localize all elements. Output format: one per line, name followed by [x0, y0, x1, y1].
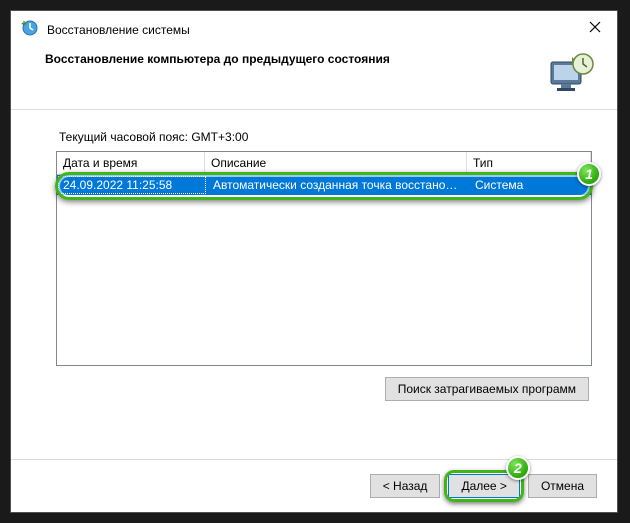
scan-affected-programs-button[interactable]: Поиск затрагиваемых программ — [385, 377, 589, 401]
cell-description: Автоматически созданная точка восстановл… — [207, 175, 469, 195]
col-description[interactable]: Описание — [205, 152, 467, 174]
restore-hero-icon — [547, 52, 595, 99]
wizard-body: Текущий часовой пояс: GMT+3:00 Дата и вр… — [11, 109, 617, 459]
col-datetime[interactable]: Дата и время — [57, 152, 205, 174]
restore-points-list[interactable]: Дата и время Описание Тип 24.09.2022 11:… — [56, 151, 592, 366]
restore-point-row[interactable]: 24.09.2022 11:25:58 Автоматически создан… — [57, 175, 591, 195]
window-title: Восстановление системы — [47, 23, 569, 37]
app-icon — [21, 19, 39, 40]
cell-datetime: 24.09.2022 11:25:58 — [58, 176, 206, 194]
back-button[interactable]: < Назад — [370, 474, 441, 498]
wizard-header: Восстановление компьютера до предыдущего… — [11, 46, 617, 109]
annotation-badge-1: 1 — [577, 162, 601, 186]
wizard-footer: < Назад Далее > 2 Отмена — [11, 459, 617, 512]
col-type[interactable]: Тип — [467, 152, 591, 174]
annotation-badge-2: 2 — [506, 456, 530, 480]
cancel-button[interactable]: Отмена — [528, 474, 597, 498]
cell-type: Система — [469, 175, 591, 195]
close-button[interactable] — [577, 15, 613, 39]
column-headers[interactable]: Дата и время Описание Тип — [57, 152, 591, 175]
titlebar: Восстановление системы — [11, 11, 617, 46]
affected-programs-row: Поиск затрагиваемых программ — [59, 377, 589, 401]
system-restore-window: Восстановление системы Восстановление ко… — [10, 10, 618, 513]
next-button[interactable]: Далее > — [448, 474, 520, 498]
wizard-heading: Восстановление компьютера до предыдущего… — [45, 52, 527, 66]
timezone-label: Текущий часовой пояс: GMT+3:00 — [59, 130, 589, 144]
restore-points-container: Дата и время Описание Тип 24.09.2022 11:… — [59, 154, 589, 363]
